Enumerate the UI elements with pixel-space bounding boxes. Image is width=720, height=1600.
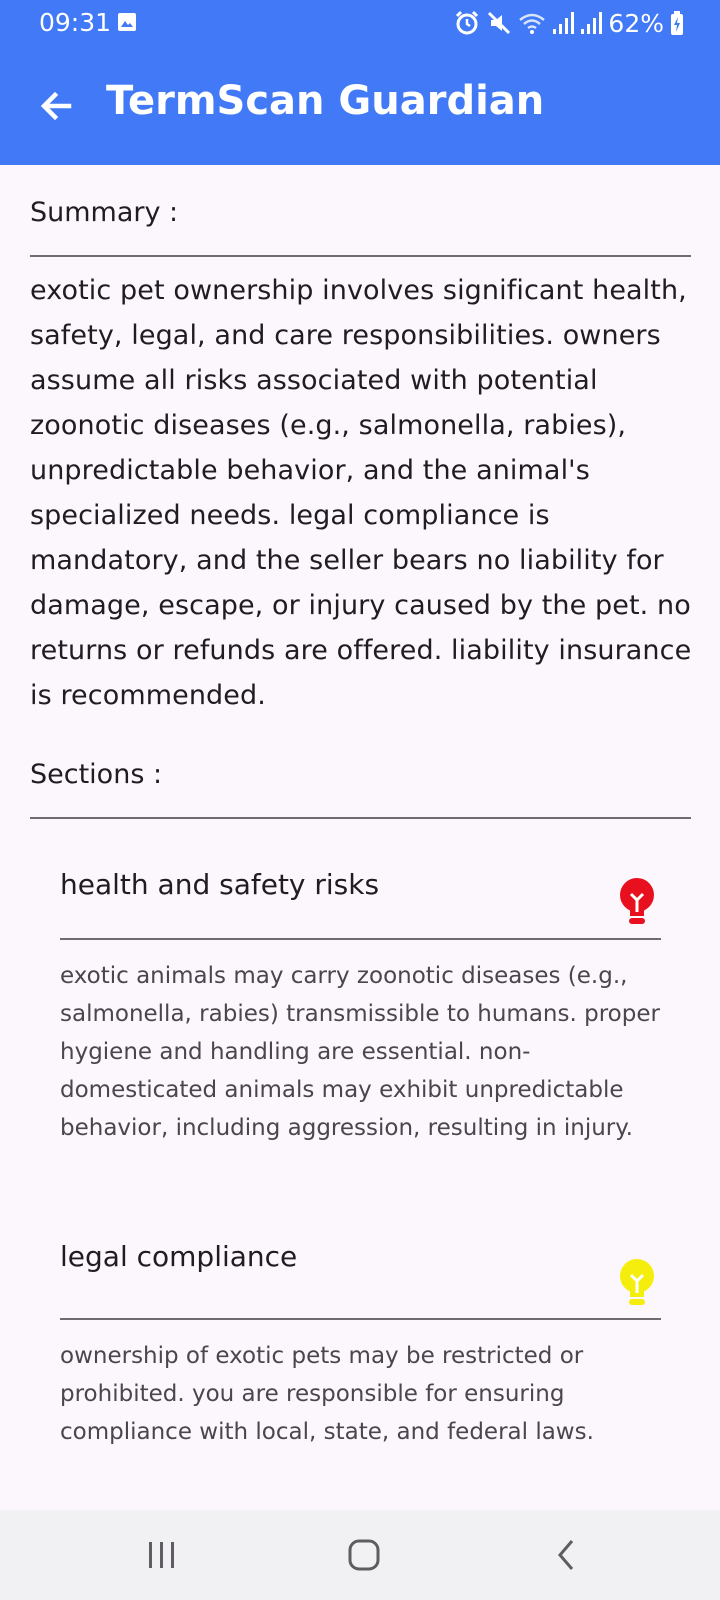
back-button[interactable]	[28, 78, 84, 134]
wifi-icon	[519, 13, 546, 34]
photo-icon	[118, 13, 136, 31]
lightbulb-icon[interactable]	[617, 878, 657, 926]
content-scroll[interactable]: Summary : exotic pet ownership involves …	[0, 165, 720, 1510]
system-nav-bar	[0, 1510, 720, 1600]
summary-heading: Summary :	[30, 197, 179, 228]
sections-heading: Sections :	[30, 759, 163, 790]
nav-back-button[interactable]	[536, 1530, 596, 1580]
app-title: TermScan Guardian	[106, 78, 545, 124]
section-body: ownership of exotic pets may be restrict…	[60, 1343, 594, 1445]
recent-apps-button[interactable]	[132, 1530, 192, 1580]
alarm-icon	[456, 10, 479, 35]
mute-icon	[488, 11, 511, 35]
battery-percent: 62%	[608, 8, 664, 38]
status-bar: 09:31 62%	[0, 0, 720, 48]
top-app-bar: 09:31 62% TermScan Guardian	[0, 0, 720, 165]
app-header: TermScan Guardian	[0, 60, 720, 152]
section-title: health and safety risks	[60, 868, 380, 901]
section-divider	[60, 938, 661, 940]
lightbulb-icon[interactable]	[617, 1259, 657, 1307]
arrow-left-icon	[40, 92, 72, 120]
status-icons: 62%	[454, 8, 684, 38]
summary-text: exotic pet ownership involves significan…	[30, 275, 692, 711]
section-title: legal compliance	[60, 1240, 298, 1273]
summary-divider	[30, 255, 691, 257]
home-icon	[348, 1539, 380, 1571]
section-divider	[60, 1318, 661, 1320]
signal-icon	[553, 12, 575, 34]
home-button[interactable]	[334, 1530, 394, 1580]
back-icon	[558, 1540, 574, 1570]
battery-charging-icon	[671, 11, 683, 35]
signal-icon	[581, 12, 603, 34]
section-body: exotic animals may carry zoonotic diseas…	[60, 963, 660, 1141]
sections-divider	[30, 817, 691, 819]
status-time: 09:31	[39, 8, 112, 37]
recent-apps-icon	[149, 1542, 174, 1568]
